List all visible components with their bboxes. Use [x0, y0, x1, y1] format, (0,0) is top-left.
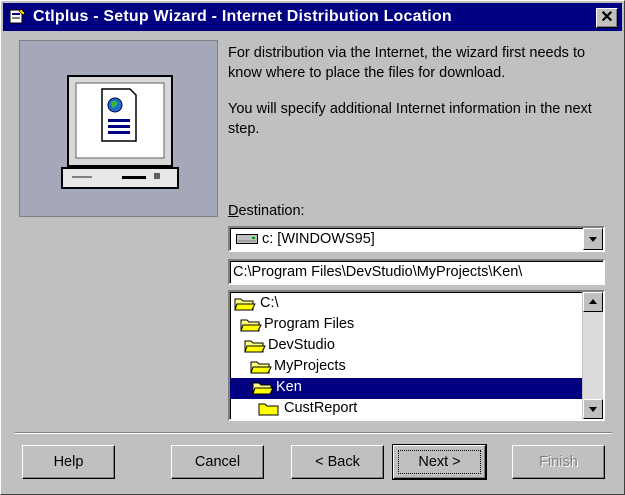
back-button-label: < Back	[315, 454, 360, 470]
folder-label: DevStudio	[268, 337, 335, 353]
open-folder-icon	[244, 340, 266, 353]
drive-select[interactable]: c: [WINDOWS95]	[228, 226, 605, 252]
close-button[interactable]: ✕	[596, 8, 618, 28]
description-text-1: For distribution via the Internet, the w…	[228, 45, 586, 81]
title-bar[interactable]: Ctlplus - Setup Wizard - Internet Distri…	[3, 3, 622, 31]
folder-item[interactable]: C:\	[234, 294, 434, 315]
help-button[interactable]: Help	[22, 445, 115, 479]
finish-button-label: Finish	[539, 454, 578, 470]
drive-select-value: c: [WINDOWS95]	[262, 231, 375, 247]
folder-label: C:\	[260, 295, 279, 311]
open-folder-icon	[240, 319, 262, 332]
cancel-button[interactable]: Cancel	[171, 445, 264, 479]
open-folder-icon	[252, 382, 274, 395]
destination-path-field[interactable]: C:\Program Files\DevStudio\MyProjects\Ke…	[228, 259, 605, 285]
hard-drive-icon	[236, 234, 258, 244]
scroll-down-button[interactable]	[583, 399, 603, 419]
focus-rectangle	[398, 450, 481, 474]
finish-button[interactable]: Finish	[512, 445, 605, 479]
drive-dropdown-button[interactable]	[583, 228, 603, 250]
computer-with-document-icon	[61, 75, 179, 189]
folder-label: Program Files	[264, 316, 355, 332]
folder-label: CustReport	[284, 400, 358, 416]
folder-item[interactable]: DevStudio	[244, 336, 444, 357]
window-title: Ctlplus - Setup Wizard - Internet Distri…	[33, 8, 452, 25]
description-text-2: You will specify additional Internet inf…	[228, 101, 592, 137]
scroll-up-button[interactable]	[583, 292, 603, 312]
open-folder-icon	[250, 361, 272, 374]
open-folder-icon	[234, 298, 256, 311]
folder-item[interactable]: CustReport	[258, 399, 458, 419]
setup-wizard-icon	[9, 8, 26, 24]
help-button-label: Help	[53, 454, 84, 470]
button-separator	[15, 432, 612, 434]
closed-folder-icon	[258, 403, 279, 416]
folder-item-selected[interactable]: Ken	[230, 378, 582, 399]
folder-list-scrollbar[interactable]	[582, 292, 603, 419]
folder-item[interactable]: Program Files	[240, 315, 440, 336]
folder-tree-list[interactable]: C:\ Program Files DevStudio MyProjects K…	[228, 290, 605, 421]
next-button[interactable]: Next >	[392, 444, 487, 480]
back-button[interactable]: < Back	[291, 445, 384, 479]
destination-label-accelerator: D	[228, 203, 239, 219]
cancel-button-label: Cancel	[194, 454, 241, 470]
destination-path-value: C:\Program Files\DevStudio\MyProjects\Ke…	[233, 264, 523, 280]
wizard-window: Ctlplus - Setup Wizard - Internet Distri…	[0, 0, 625, 495]
close-icon: ✕	[600, 9, 614, 26]
wizard-illustration	[19, 40, 218, 217]
folder-label: Ken	[276, 379, 302, 395]
destination-label-text: estination:	[238, 203, 305, 219]
folder-label: MyProjects	[274, 358, 346, 374]
destination-label: Destination:	[228, 203, 305, 219]
folder-item[interactable]: MyProjects	[250, 357, 450, 378]
